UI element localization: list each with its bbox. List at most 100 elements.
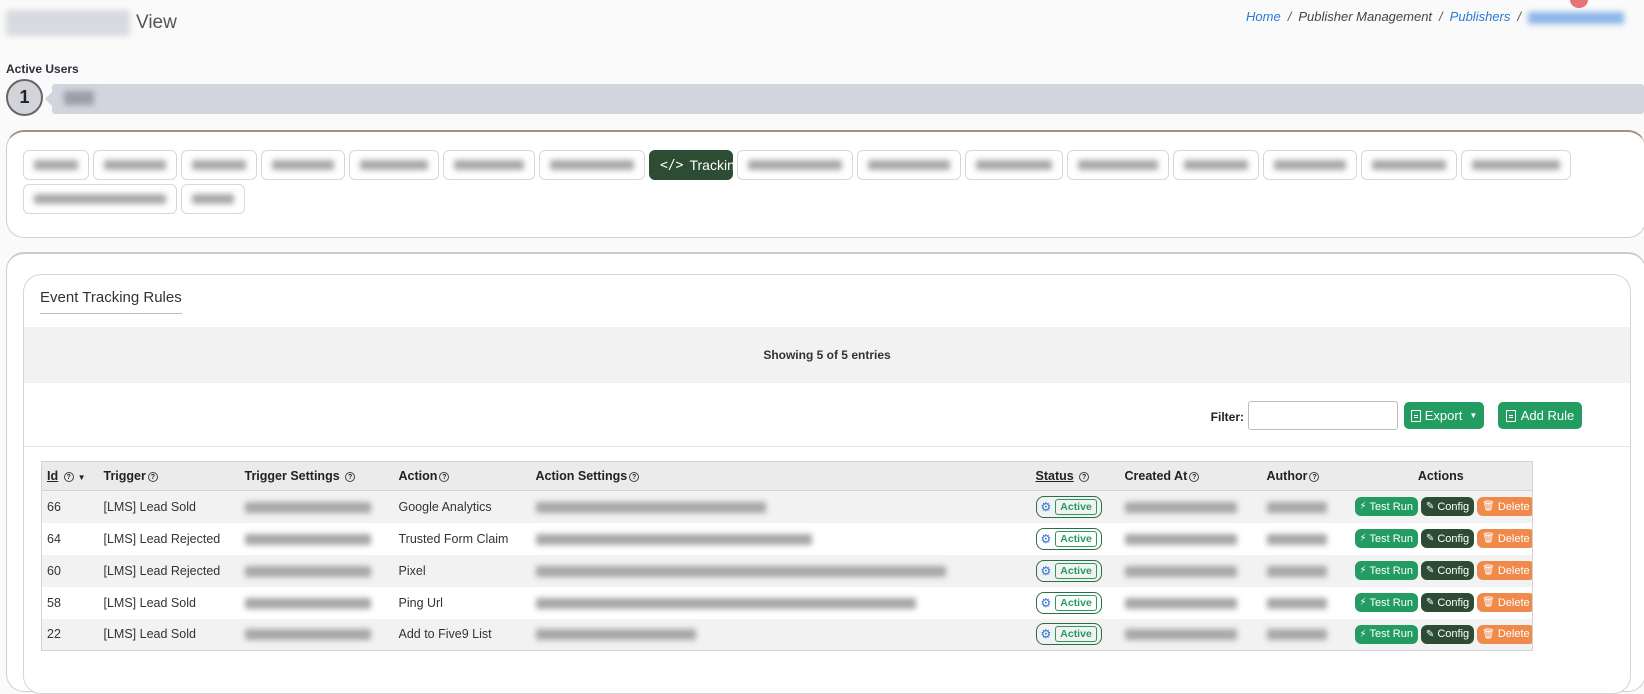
edit-icon: ✎: [1425, 533, 1435, 544]
help-icon: ?: [63, 471, 74, 482]
status-badge[interactable]: ⚙ Active: [1035, 623, 1102, 646]
card-title: Event Tracking Rules: [40, 289, 182, 314]
tab-redacted[interactable]: [539, 150, 645, 180]
delete-button[interactable]: 🗑 Delete: [1477, 561, 1533, 580]
col-id[interactable]: Id ? ▼: [41, 461, 99, 491]
edit-icon: ✎: [1425, 628, 1435, 640]
tab-redacted[interactable]: [23, 184, 177, 214]
config-button[interactable]: ✎ Config: [1420, 529, 1475, 548]
tab-tracking[interactable]: </> Tracking: [649, 150, 743, 180]
tab-redacted[interactable]: [1173, 150, 1259, 180]
col-author[interactable]: Author?: [1261, 461, 1350, 491]
cell-author-redacted: [1261, 490, 1350, 523]
add-rule-button[interactable]: Add Rule: [1498, 402, 1582, 429]
col-actions: Actions: [1349, 461, 1533, 491]
config-button[interactable]: ✎ Config: [1420, 593, 1475, 612]
bolt-icon: ⚡: [1359, 597, 1367, 608]
code-icon: </>: [660, 157, 684, 173]
trash-icon: 🗑: [1482, 533, 1495, 544]
test-run-button[interactable]: ⚡ Test Run: [1354, 529, 1418, 548]
cell-author-redacted: [1261, 554, 1350, 587]
tab-bar: </> Tracking: [23, 150, 1623, 214]
tab-redacted[interactable]: [93, 150, 177, 180]
filter-input[interactable]: [1248, 401, 1398, 430]
status-badge[interactable]: ⚙ Active: [1035, 559, 1102, 582]
tab-redacted[interactable]: [1361, 150, 1457, 180]
delete-button[interactable]: 🗑 Delete: [1477, 497, 1533, 517]
table-row: 66 [LMS] Lead Sold Google Analytics ⚙ Ac…: [41, 490, 1533, 523]
delete-button[interactable]: 🗑 Delete: [1477, 624, 1533, 644]
cell-action-settings-redacted: [530, 618, 1031, 651]
status-badge[interactable]: ⚙ Active: [1035, 591, 1102, 614]
filter-row: Filter: Export ▼ Add Rule: [24, 383, 1630, 447]
breadcrumb-publisher-management: Publisher Management: [1298, 9, 1433, 24]
tab-redacted[interactable]: [1067, 150, 1169, 180]
tab-redacted[interactable]: [1263, 150, 1357, 180]
edit-icon: ✎: [1425, 597, 1435, 608]
breadcrumb-current-redacted[interactable]: [1528, 11, 1624, 24]
test-run-button[interactable]: ⚡ Test Run: [1354, 593, 1418, 612]
cell-actions: ⚡ Test Run ✎ Config 🗑 Delete: [1349, 554, 1533, 587]
cell-status: ⚙ Active: [1030, 586, 1120, 619]
active-user-bar: [45, 84, 1644, 114]
page-header: View Home / Publisher Management / Publisher…: [0, 0, 1644, 50]
breadcrumb-home[interactable]: Home: [1246, 9, 1281, 24]
cell-author-redacted: [1261, 586, 1350, 619]
cell-trigger-settings-redacted: [239, 522, 394, 555]
bolt-icon: ⚡: [1359, 565, 1367, 576]
config-button[interactable]: ✎ Config: [1420, 561, 1475, 580]
sort-desc-icon: ▼: [77, 473, 86, 482]
config-button[interactable]: ✎ Config: [1420, 624, 1475, 644]
tab-redacted[interactable]: [349, 150, 439, 180]
gears-icon: ⚙: [1040, 499, 1052, 514]
col-status[interactable]: Status ?: [1030, 461, 1120, 491]
tab-redacted[interactable]: [1461, 150, 1571, 180]
publisher-name-redacted: [6, 10, 130, 36]
cell-trigger: [LMS] Lead Sold: [98, 586, 240, 619]
tab-redacted[interactable]: [857, 150, 961, 180]
gears-icon: ⚙: [1040, 563, 1052, 578]
tab-redacted[interactable]: [181, 150, 257, 180]
help-icon: ?: [1079, 471, 1090, 482]
config-button[interactable]: ✎ Config: [1420, 497, 1475, 517]
cell-id: 64: [41, 522, 99, 555]
cell-created-at-redacted: [1119, 522, 1262, 555]
tab-redacted[interactable]: [965, 150, 1063, 180]
cell-actions: ⚡ Test Run ✎ Config 🗑 Delete: [1349, 522, 1533, 555]
gears-icon: ⚙: [1040, 627, 1052, 642]
test-run-button[interactable]: ⚡ Test Run: [1354, 624, 1418, 644]
cell-action-settings-redacted: [530, 554, 1031, 587]
notification-dot: [1570, 0, 1588, 8]
status-badge[interactable]: ⚙ Active: [1035, 495, 1102, 518]
tab-redacted[interactable]: [737, 150, 853, 180]
test-run-button[interactable]: ⚡ Test Run: [1354, 497, 1418, 517]
help-icon: ?: [1309, 471, 1320, 482]
cell-id: 58: [41, 586, 99, 619]
active-users-label: Active Users: [6, 62, 79, 76]
cell-trigger-settings-redacted: [239, 490, 394, 523]
tab-redacted[interactable]: [23, 150, 89, 180]
tab-redacted[interactable]: [261, 150, 345, 180]
entries-count: Showing 5 of 5 entries: [24, 327, 1630, 383]
col-created-at[interactable]: Created At?: [1119, 461, 1262, 491]
breadcrumb-publishers[interactable]: Publishers: [1450, 9, 1511, 24]
col-trigger-settings[interactable]: Trigger Settings ?: [239, 461, 394, 491]
cell-created-at-redacted: [1119, 618, 1262, 651]
tab-redacted[interactable]: [181, 184, 245, 214]
delete-button[interactable]: 🗑 Delete: [1477, 529, 1533, 548]
page-title: View: [136, 12, 177, 33]
status-badge[interactable]: ⚙ Active: [1035, 527, 1102, 550]
filter-label: Filter:: [1210, 410, 1244, 424]
col-trigger[interactable]: Trigger?: [98, 461, 240, 491]
table-header-row: Id ? ▼ Trigger? Trigger Settings ? Action…: [41, 461, 1533, 491]
col-action[interactable]: Action?: [393, 461, 531, 491]
cell-trigger-settings-redacted: [239, 618, 394, 651]
rules-table: Id ? ▼ Trigger? Trigger Settings ? Action…: [41, 461, 1533, 651]
event-tracking-card: Event Tracking Rules Showing 5 of 5 entr…: [23, 274, 1631, 694]
tab-redacted[interactable]: [443, 150, 535, 180]
export-button[interactable]: Export ▼: [1404, 402, 1484, 429]
cell-trigger: [LMS] Lead Sold: [98, 618, 240, 651]
delete-button[interactable]: 🗑 Delete: [1477, 593, 1533, 612]
col-action-settings[interactable]: Action Settings?: [530, 461, 1031, 491]
test-run-button[interactable]: ⚡ Test Run: [1354, 561, 1418, 580]
